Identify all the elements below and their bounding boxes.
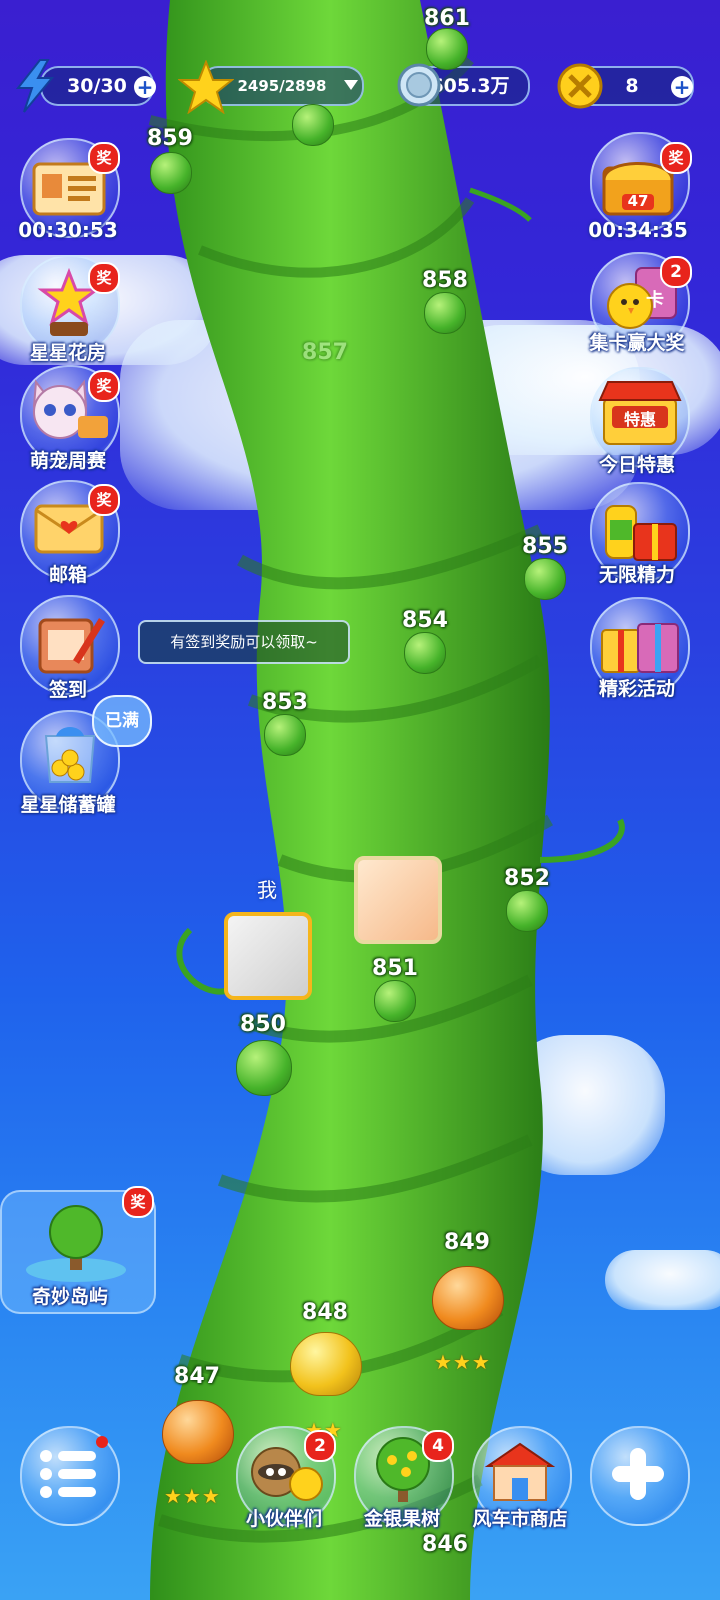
piggy-bank-full-badge: 已满 <box>92 695 152 747</box>
piggy-bank-label: 星星储蓄罐 <box>20 794 116 816</box>
shop-label: 风车市商店 <box>472 1508 568 1530</box>
checkin-tooltip: 有签到奖励可以领取~ <box>138 620 350 664</box>
orange-pod <box>432 1266 504 1330</box>
pea-pod <box>404 632 446 674</box>
pea-pod <box>292 104 334 146</box>
pea-pod <box>524 558 566 600</box>
island-label: 奇妙岛屿 <box>31 1286 108 1308</box>
pea-pod <box>426 28 468 70</box>
gift-boxes-icon <box>601 623 679 673</box>
flower-house-label: 星星花房 <box>29 342 106 364</box>
level-number: 849 <box>444 1230 490 1255</box>
money-tree-label: 金银果树 <box>363 1508 440 1530</box>
reward-badge: 奖 <box>122 1186 154 1218</box>
chest-timer: 00:34:35 <box>588 218 688 242</box>
chevron-down-icon[interactable] <box>344 80 358 90</box>
island-tree-icon <box>26 1205 126 1282</box>
my-avatar[interactable] <box>224 912 312 1000</box>
chest-level: 47 <box>627 192 649 210</box>
lightning-icon <box>15 59 55 113</box>
money-tree-badge: 4 <box>422 1430 454 1462</box>
star-icon <box>178 60 234 114</box>
level-number: 848 <box>302 1300 348 1325</box>
pea-pod <box>374 980 416 1022</box>
pea-pod <box>150 152 192 194</box>
reward-badge: 奖 <box>660 142 692 174</box>
level-stars: ★★★ <box>434 1350 491 1374</box>
pea-pod <box>506 890 548 932</box>
level-number: 854 <box>402 608 448 633</box>
level-stars: ★★★ <box>164 1484 221 1508</box>
friend-avatar[interactable] <box>354 856 442 944</box>
plus-icon <box>612 1448 664 1500</box>
ticket-plus-button[interactable]: + <box>671 76 693 98</box>
silver-coin-icon <box>397 63 441 107</box>
level-number: 851 <box>372 956 418 981</box>
energy-plus-button[interactable]: + <box>134 76 156 98</box>
partners-label: 小伙伴们 <box>245 1508 322 1530</box>
collect-cards-badge: 2 <box>660 256 692 288</box>
level-number: 858 <box>422 268 468 293</box>
level-number: 855 <box>522 534 568 559</box>
notification-dot <box>96 1436 108 1448</box>
level-number: 857 <box>302 340 348 365</box>
gold-ticket-icon <box>557 63 603 109</box>
game-map: 30/30 + 2495/2898 605.3万 8 + 奖 00:30:53 … <box>0 0 720 1600</box>
pea-pod <box>236 1040 292 1096</box>
level-number: 852 <box>504 866 550 891</box>
calendar-pencil-icon <box>38 618 105 674</box>
mailbox-label: 邮箱 <box>48 564 87 586</box>
list-menu-icon <box>40 1450 96 1498</box>
pet-week-label: 萌宠周赛 <box>29 450 106 472</box>
level-number: 846 <box>422 1532 468 1557</box>
level-number: 859 <box>147 126 193 151</box>
level-number: 850 <box>240 1012 286 1037</box>
card-timer: 00:30:53 <box>18 218 118 242</box>
collect-cards-label: 集卡赢大奖 <box>589 332 685 354</box>
me-label: 我 <box>257 878 277 902</box>
events-label: 精彩活动 <box>598 678 675 700</box>
reward-badge: 奖 <box>88 142 120 174</box>
energy-drink-gift-icon <box>605 505 677 561</box>
pea-pod <box>264 714 306 756</box>
gold-pod <box>290 1332 362 1396</box>
reward-badge: 奖 <box>88 370 120 402</box>
level-number: 847 <box>174 1364 220 1389</box>
unlimited-energy-label: 无限精力 <box>598 564 675 586</box>
level-number: 853 <box>262 690 308 715</box>
shop-icon <box>484 1442 556 1501</box>
daily-deal-sign: 特惠 <box>623 410 656 429</box>
reward-badge: 奖 <box>88 262 120 294</box>
reward-badge: 奖 <box>88 484 120 516</box>
orange-pod <box>162 1400 234 1464</box>
partners-badge: 2 <box>304 1430 336 1462</box>
card-label: 卡 <box>646 290 664 311</box>
daily-deal-label: 今日特惠 <box>598 454 675 476</box>
pea-pod <box>424 292 466 334</box>
